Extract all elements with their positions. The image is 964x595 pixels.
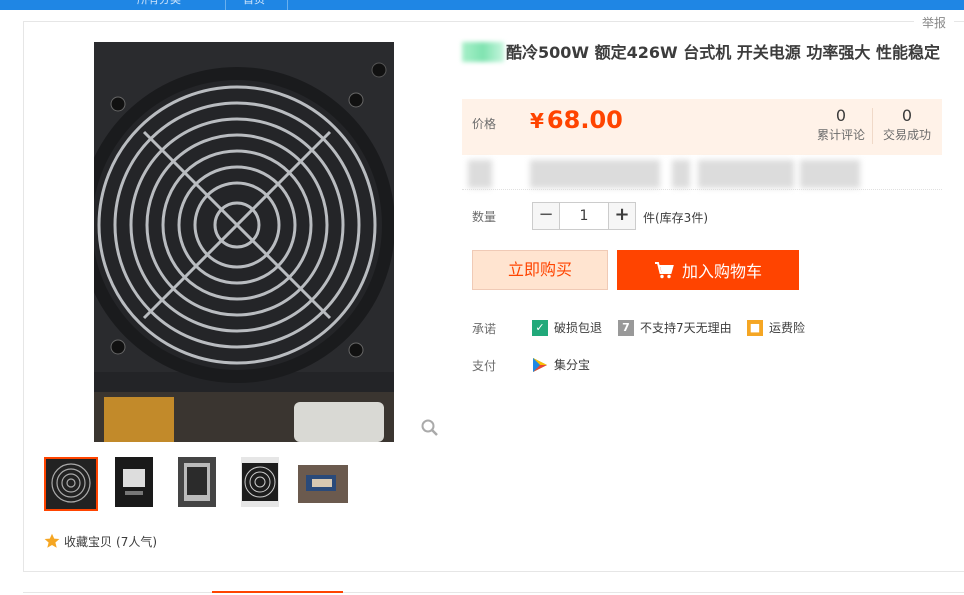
product-title: 酷冷500W 额定426W 台式机 开关电源 功率强大 性能稳定 (462, 42, 942, 64)
star-icon (44, 533, 60, 548)
nav-tab-home[interactable]: 首页 (243, 0, 265, 10)
promise-label: 承诺 (472, 322, 497, 336)
quantity-label: 数量 (472, 210, 497, 224)
price-panel: 价格 ¥68.00 0 累计评论 0 交易成功 (462, 99, 942, 155)
quantity-stepper: − + (532, 202, 636, 230)
freight-icon: ■ (747, 319, 763, 336)
top-nav-bar: 所有分类 首页 (0, 0, 964, 10)
jifenbao-icon (533, 357, 547, 372)
promise-item-no-7day-return[interactable]: 7 不支持7天无理由 (618, 319, 732, 336)
quantity-increase-button[interactable]: + (608, 202, 636, 230)
price-label: 价格 (472, 117, 497, 131)
stat-divider (872, 108, 873, 144)
blurred-brand (462, 42, 504, 62)
blurred-info-row (462, 160, 942, 188)
stock-text: 件(库存3件) (643, 211, 708, 225)
product-title-text: 酷冷500W 额定426W 台式机 开关电源 功率强大 性能稳定 (506, 43, 940, 62)
favorite-popularity: (7人气) (116, 534, 158, 549)
payment-label: 支付 (472, 359, 497, 373)
nav-separator (225, 0, 226, 10)
add-to-cart-button[interactable]: 加入购物车 (617, 250, 799, 290)
cart-icon (654, 262, 674, 279)
promise-item-freight-insurance[interactable]: ■ 运费险 (747, 319, 805, 336)
thumbnail-4[interactable] (241, 457, 279, 511)
thumbnail-3[interactable] (178, 457, 216, 511)
sales-count: 0 交易成功 (882, 106, 931, 143)
psu-fan-illustration (94, 42, 394, 442)
nav-separator (287, 0, 288, 10)
bottom-active-tab-indicator (212, 591, 343, 593)
thumbnail-5[interactable] (298, 465, 348, 503)
seven-icon: 7 (618, 319, 634, 336)
main-product-image[interactable] (94, 42, 394, 442)
shield-icon: ✓ (532, 319, 548, 336)
quantity-decrease-button[interactable]: − (532, 202, 560, 230)
quantity-input[interactable] (560, 202, 608, 230)
favorite-label: 收藏宝贝 (64, 534, 113, 549)
promise-item-damage-return[interactable]: ✓ 破损包退 (532, 319, 602, 336)
zoom-icon[interactable] (421, 419, 439, 437)
thumbnail-1[interactable] (44, 457, 98, 511)
thumbnail-2[interactable] (115, 457, 153, 511)
buy-now-button[interactable]: 立即购买 (472, 250, 608, 290)
price-value: ¥68.00 (530, 106, 623, 134)
favorite-button[interactable]: 收藏宝贝 (7人气) (44, 533, 157, 549)
add-to-cart-label: 加入购物车 (681, 262, 762, 281)
report-link[interactable]: 举报 (913, 16, 954, 30)
divider (462, 189, 942, 190)
payment-method[interactable]: 集分宝 (532, 356, 590, 373)
nav-tab-all-categories[interactable]: 所有分类 (137, 0, 181, 10)
review-count[interactable]: 0 累计评论 (814, 107, 868, 143)
